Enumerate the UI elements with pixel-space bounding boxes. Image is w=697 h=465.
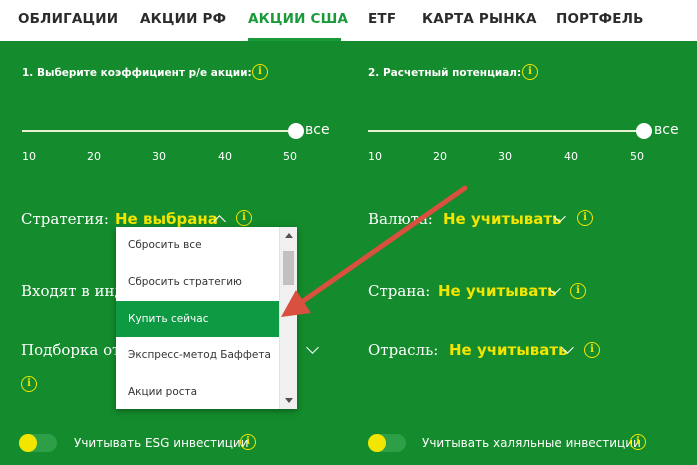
scrollbar-thumb[interactable] bbox=[283, 251, 294, 285]
potential-slider-handle[interactable] bbox=[636, 123, 652, 139]
tab-us-stocks[interactable]: АКЦИИ США bbox=[248, 11, 348, 27]
industry-label: Отрасль: bbox=[368, 341, 439, 359]
pe-tick-30: 30 bbox=[152, 150, 166, 163]
potential-tick-30: 30 bbox=[498, 150, 512, 163]
strategy-dropdown[interactable]: Сбросить все Сбросить стратегию Купить с… bbox=[116, 227, 297, 409]
pe-slider-value: все bbox=[305, 122, 330, 138]
menu-item-buy-now[interactable]: Купить сейчас bbox=[116, 301, 279, 337]
country-label: Страна: bbox=[368, 282, 431, 300]
info-icon[interactable]: i bbox=[577, 210, 593, 226]
esg-toggle[interactable] bbox=[19, 434, 57, 452]
potential-slider-track[interactable] bbox=[368, 130, 648, 132]
info-icon[interactable]: i bbox=[570, 283, 586, 299]
tab-portfolio[interactable]: ПОРТФЕЛЬ bbox=[556, 11, 644, 27]
country-select-value[interactable]: Не учитывать bbox=[438, 282, 557, 300]
dropdown-scrollbar[interactable] bbox=[279, 227, 297, 409]
halal-toggle[interactable] bbox=[368, 434, 406, 452]
top-tab-bar: ОБЛИГАЦИИ АКЦИИ РФ АКЦИИ США ETF КАРТА Р… bbox=[0, 0, 697, 41]
menu-item-buffett-express[interactable]: Экспресс-метод Баффета bbox=[116, 337, 279, 373]
currency-select-value[interactable]: Не учитывать bbox=[443, 210, 562, 228]
potential-slider-value: все bbox=[654, 122, 679, 138]
tab-market-map[interactable]: КАРТА РЫНКА bbox=[422, 11, 537, 27]
info-icon[interactable]: i bbox=[21, 376, 37, 392]
potential-tick-40: 40 bbox=[564, 150, 578, 163]
halal-toggle-label: Учитывать халяльные инвестиции bbox=[422, 436, 641, 450]
info-icon[interactable]: i bbox=[522, 64, 538, 80]
menu-item-reset-all[interactable]: Сбросить все bbox=[116, 227, 279, 263]
tab-bonds[interactable]: ОБЛИГАЦИИ bbox=[18, 11, 118, 27]
step2-label: 2. Расчетный потенциал: bbox=[368, 67, 522, 79]
menu-item-growth-stocks[interactable]: Акции роста bbox=[116, 374, 279, 409]
esg-toggle-knob bbox=[19, 434, 37, 452]
strategy-label: Стратегия: bbox=[21, 210, 109, 228]
info-icon[interactable]: i bbox=[240, 434, 256, 450]
pe-tick-20: 20 bbox=[87, 150, 101, 163]
halal-toggle-knob bbox=[368, 434, 386, 452]
info-icon[interactable]: i bbox=[252, 64, 268, 80]
pe-tick-10: 10 bbox=[22, 150, 36, 163]
info-icon[interactable]: i bbox=[630, 434, 646, 450]
potential-tick-10: 10 bbox=[368, 150, 382, 163]
currency-label: Валюта: bbox=[368, 210, 433, 228]
strategy-select-value[interactable]: Не выбрана bbox=[115, 210, 218, 228]
potential-tick-50: 50 bbox=[630, 150, 644, 163]
potential-tick-20: 20 bbox=[433, 150, 447, 163]
info-icon[interactable]: i bbox=[236, 210, 252, 226]
pe-slider-handle[interactable] bbox=[288, 123, 304, 139]
pe-tick-40: 40 bbox=[218, 150, 232, 163]
filter-panel bbox=[0, 41, 697, 465]
tab-etf[interactable]: ETF bbox=[368, 11, 396, 27]
pe-slider-track[interactable] bbox=[22, 130, 297, 132]
scroll-down-icon[interactable] bbox=[285, 398, 293, 403]
step1-label: 1. Выберите коэффициент р/е акции: bbox=[22, 67, 252, 79]
scroll-up-icon[interactable] bbox=[285, 233, 293, 238]
esg-toggle-label: Учитывать ESG инвестиции bbox=[74, 436, 249, 450]
menu-item-reset-strategy[interactable]: Сбросить стратегию bbox=[116, 264, 279, 300]
pe-tick-50: 50 bbox=[283, 150, 297, 163]
industry-select-value[interactable]: Не учитывать bbox=[449, 341, 568, 359]
selection-label: Подборка от bbox=[21, 341, 121, 359]
index-label: Входят в инд bbox=[21, 282, 124, 300]
info-icon[interactable]: i bbox=[584, 342, 600, 358]
tab-ru-stocks[interactable]: АКЦИИ РФ bbox=[140, 11, 226, 27]
